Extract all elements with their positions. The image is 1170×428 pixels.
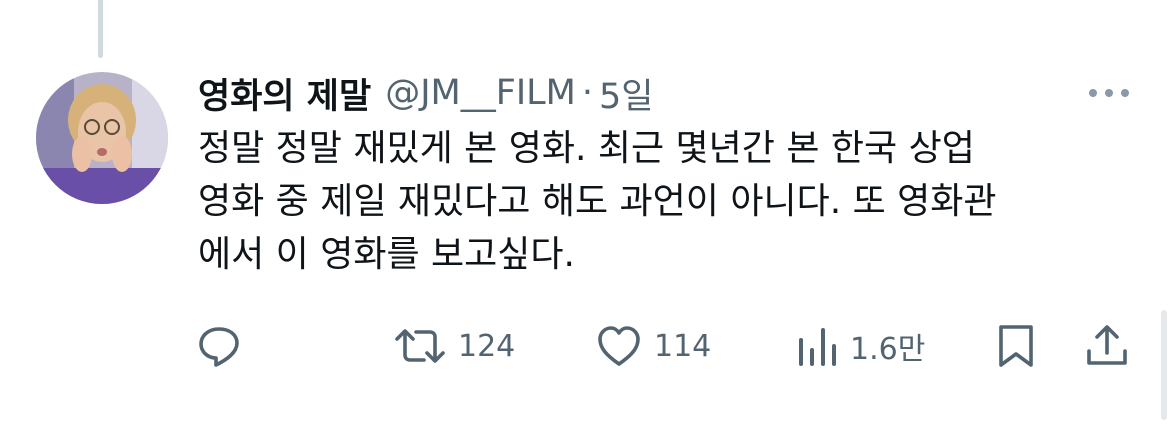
tweet-text-line: 에서 이 영화를 보고싶다. (198, 234, 575, 275)
more-options-button[interactable] (1080, 78, 1138, 108)
thread-connector-line (98, 0, 103, 58)
author-display-name[interactable]: 영화의 제말 (198, 68, 371, 119)
tweet-text-line: 정말 정말 재밌게 본 영화. 최근 몇년간 본 한국 상업 (198, 128, 975, 169)
author-handle[interactable]: @JM__FILM (385, 73, 576, 113)
reply-button[interactable] (196, 322, 242, 370)
bookmark-button[interactable] (996, 322, 1036, 370)
retweet-count: 124 (458, 328, 516, 364)
share-button[interactable] (1084, 322, 1130, 370)
views-count: 1.6만 (850, 332, 926, 367)
bookmark-icon (999, 325, 1033, 367)
avatar-image (36, 72, 168, 204)
separator-dot: · (581, 73, 593, 113)
heart-icon (598, 326, 640, 366)
tweet-time[interactable]: 5일 (599, 68, 653, 119)
retweet-icon (395, 329, 445, 363)
like-button[interactable]: 114 (596, 322, 711, 370)
like-count: 114 (654, 328, 712, 364)
more-icon (1089, 89, 1129, 97)
tweet-text-line: 영화 중 제일 재밌다고 해도 과언이 아니다. 또 영화관 (198, 181, 997, 222)
avatar[interactable] (36, 72, 168, 204)
scrollbar[interactable] (1161, 310, 1167, 420)
views-button[interactable]: 1.6만 (796, 322, 925, 370)
tweet-header: 영화의 제말 @JM__FILM · 5일 (198, 68, 653, 118)
retweet-button[interactable]: 124 (394, 322, 515, 370)
tweet-text: 정말 정말 재밌게 본 영화. 최근 몇년간 본 한국 상업 영화 중 제일 재… (198, 122, 1118, 281)
share-icon (1087, 325, 1127, 365)
reply-icon (199, 327, 239, 367)
views-icon (799, 328, 836, 366)
